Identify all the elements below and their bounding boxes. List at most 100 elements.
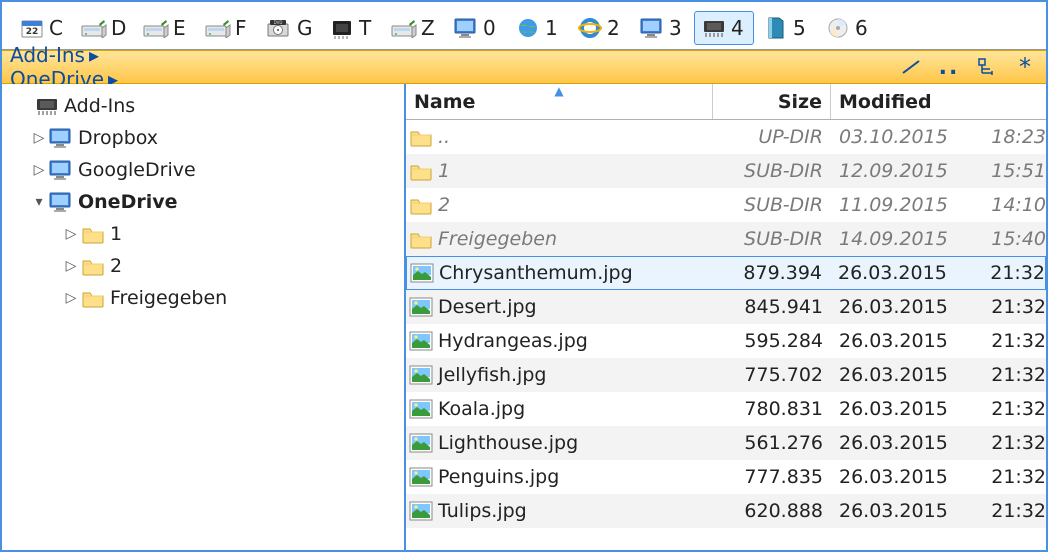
folder-icon: [406, 127, 434, 147]
file-modified: 14.09.201515:40: [831, 228, 1046, 250]
tree-item[interactable]: ▷2: [2, 250, 404, 282]
folder-row[interactable]: 2SUB-DIR11.09.201514:10: [406, 188, 1046, 222]
folder-icon: [80, 223, 106, 245]
drive-label: 1: [545, 16, 561, 40]
column-modified[interactable]: Modified: [831, 84, 1046, 119]
folder-icon: [406, 195, 434, 215]
file-size: 620.888: [713, 500, 831, 522]
drive-label: C: [49, 16, 65, 40]
drive-button-e[interactable]: E: [136, 11, 196, 45]
drive-button-t[interactable]: T: [322, 11, 382, 45]
expander-icon[interactable]: ▷: [30, 130, 48, 146]
hdd-icon: [81, 17, 107, 39]
calendar-icon: 22: [19, 17, 45, 39]
drive-label: 6: [855, 16, 871, 40]
drive-button-3[interactable]: 3: [632, 11, 692, 45]
drive-button-f[interactable]: F: [198, 11, 258, 45]
drive-button-g[interactable]: DVDG: [260, 11, 320, 45]
folder-tree[interactable]: Add-Ins▷Dropbox▷GoogleDrive▾OneDrive▷1▷2…: [2, 84, 406, 550]
drive-button-z[interactable]: Z: [384, 11, 444, 45]
drive-label: E: [173, 16, 189, 40]
tree-toggle-icon[interactable]: [976, 57, 998, 77]
file-row[interactable]: Chrysanthemum.jpg879.39426.03.201521:32: [406, 256, 1046, 290]
drive-label: D: [111, 16, 127, 40]
folder-row[interactable]: ..UP-DIR03.10.201518:23: [406, 120, 1046, 154]
drive-button-1[interactable]: 1: [508, 11, 568, 45]
chip-dark-icon: [329, 17, 355, 39]
drive-label: 2: [607, 16, 623, 40]
file-modified: 26.03.201521:32: [831, 398, 1046, 420]
line-icon[interactable]: [900, 57, 922, 77]
file-row[interactable]: Koala.jpg780.83126.03.201521:32: [406, 392, 1046, 426]
file-size: 777.835: [713, 466, 831, 488]
folder-icon: [406, 229, 434, 249]
file-row[interactable]: Penguins.jpg777.83526.03.201521:32: [406, 460, 1046, 494]
folder-icon: [406, 161, 434, 181]
drive-button-0[interactable]: 0: [446, 11, 506, 45]
file-row[interactable]: Hydrangeas.jpg595.28426.03.201521:32: [406, 324, 1046, 358]
tree-item-label: GoogleDrive: [78, 159, 196, 181]
tree-item[interactable]: ▷ GoogleDrive: [2, 154, 404, 186]
file-manager-window: 22CDEFDVDGTZ0123456 Add-Ins▸OneDrive▸ ..…: [0, 0, 1048, 552]
tree-item-label: Add-Ins: [64, 95, 135, 117]
expander-icon[interactable]: ▾: [30, 194, 48, 210]
image-icon: [406, 399, 434, 419]
drive-label: 0: [483, 16, 499, 40]
dots-icon[interactable]: ..: [938, 57, 960, 77]
drive-button-4[interactable]: 4: [694, 11, 754, 45]
tree-item[interactable]: ▷1: [2, 218, 404, 250]
tree-item[interactable]: ▷Dropbox: [2, 122, 404, 154]
drive-button-6[interactable]: 6: [818, 11, 878, 45]
image-icon: [407, 263, 435, 283]
hdd-icon: [391, 17, 417, 39]
tree-item[interactable]: Add-Ins: [2, 90, 404, 122]
file-name: Hydrangeas.jpg: [434, 330, 713, 352]
file-row[interactable]: Lighthouse.jpg561.27626.03.201521:32: [406, 426, 1046, 460]
column-size[interactable]: Size: [713, 84, 831, 119]
file-name: Koala.jpg: [434, 398, 713, 420]
expander-icon[interactable]: ▷: [62, 258, 80, 274]
file-name: Desert.jpg: [434, 296, 713, 318]
file-modified: 26.03.201521:32: [831, 364, 1046, 386]
column-headers[interactable]: Name ▲ Size Modified: [406, 84, 1046, 120]
file-size: SUB-DIR: [713, 228, 831, 250]
file-size: 879.394: [712, 262, 830, 284]
file-modified: 12.09.201515:51: [831, 160, 1046, 182]
drive-button-c[interactable]: 22C: [12, 11, 72, 45]
monitor-icon: [453, 17, 479, 39]
expander-icon[interactable]: ▷: [62, 226, 80, 242]
tree-item[interactable]: ▷Freigegeben: [2, 282, 404, 314]
file-modified: 26.03.201521:32: [831, 432, 1046, 454]
tree-item-label: 2: [110, 255, 122, 277]
column-name-label: Name: [414, 91, 475, 113]
expander-icon[interactable]: ▷: [62, 290, 80, 306]
file-modified: 26.03.201521:32: [831, 500, 1046, 522]
monitor-icon: [48, 127, 74, 149]
file-name: Penguins.jpg: [434, 466, 713, 488]
breadcrumb-bar: Add-Ins▸OneDrive▸ .. *: [2, 50, 1046, 84]
image-icon: [406, 365, 434, 385]
drive-label: Z: [421, 16, 437, 40]
drive-label: F: [235, 16, 251, 40]
panes: Add-Ins▷Dropbox▷GoogleDrive▾OneDrive▷1▷2…: [2, 84, 1046, 550]
folder-row[interactable]: 1SUB-DIR12.09.201515:51: [406, 154, 1046, 188]
file-size: 775.702: [713, 364, 831, 386]
image-icon: [406, 501, 434, 521]
sort-asc-icon: ▲: [554, 84, 563, 98]
file-modified: 26.03.201521:32: [830, 262, 1045, 284]
file-row[interactable]: Tulips.jpg620.88826.03.201521:32: [406, 494, 1046, 528]
file-list[interactable]: ..UP-DIR03.10.201518:231SUB-DIR12.09.201…: [406, 120, 1046, 550]
breadcrumb-segment[interactable]: Add-Ins▸: [8, 43, 122, 67]
star-icon[interactable]: *: [1014, 57, 1036, 77]
folder-row[interactable]: FreigegebenSUB-DIR14.09.201515:40: [406, 222, 1046, 256]
column-name[interactable]: Name ▲: [406, 84, 713, 119]
drive-button-5[interactable]: 5: [756, 11, 816, 45]
drive-label: 5: [793, 16, 809, 40]
file-modified: 26.03.201521:32: [831, 466, 1046, 488]
drive-button-2[interactable]: 2: [570, 11, 630, 45]
file-row[interactable]: Desert.jpg845.94126.03.201521:32: [406, 290, 1046, 324]
drive-button-d[interactable]: D: [74, 11, 134, 45]
tree-item[interactable]: ▾OneDrive: [2, 186, 404, 218]
file-row[interactable]: Jellyfish.jpg775.70226.03.201521:32: [406, 358, 1046, 392]
expander-icon[interactable]: ▷: [30, 162, 48, 178]
